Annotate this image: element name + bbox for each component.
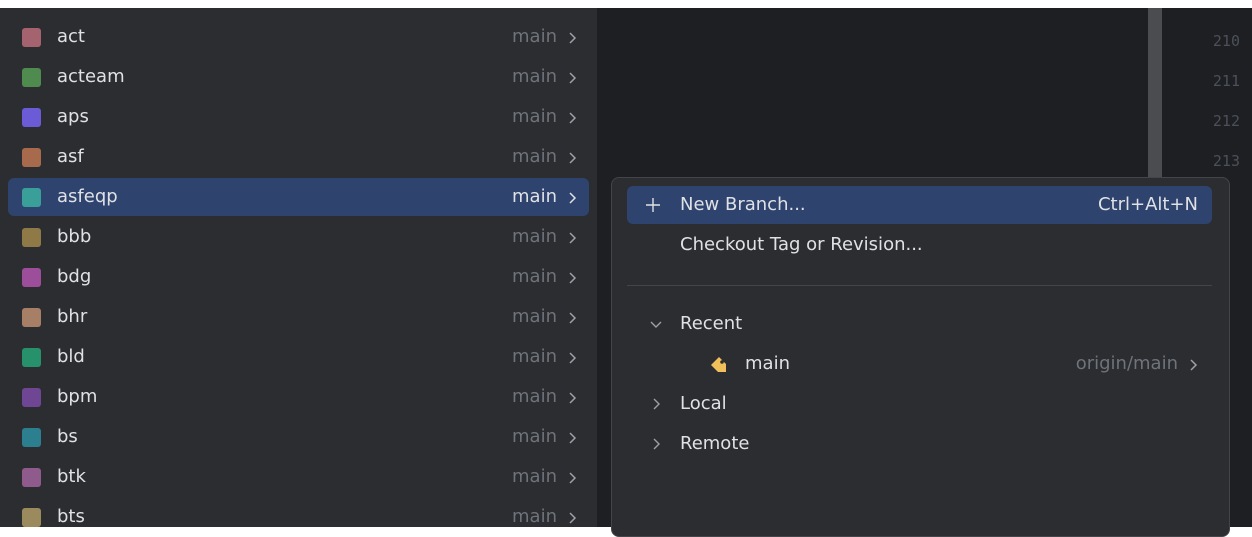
chevron-right-icon <box>569 312 577 324</box>
repo-color-swatch <box>22 468 41 487</box>
repo-current-branch: main <box>512 266 557 287</box>
line-number: 213 <box>1212 152 1240 170</box>
repo-color-swatch <box>22 68 41 87</box>
line-number: 211 <box>1212 72 1240 90</box>
remote-section-label: Remote <box>680 433 750 454</box>
repo-current-branch: main <box>512 306 557 327</box>
new-branch-shortcut: Ctrl+Alt+N <box>1097 194 1198 215</box>
repo-color-swatch <box>22 228 41 247</box>
repository-row[interactable]: bld main <box>8 338 589 376</box>
repo-color-swatch <box>22 268 41 287</box>
repo-name: bbb <box>57 226 92 247</box>
repository-row[interactable]: btk main <box>8 458 589 496</box>
chevron-right-icon <box>569 72 577 84</box>
repo-color-swatch <box>22 308 41 327</box>
repository-list-panel: act main acteam main aps main asf main asfeqp mai… <box>0 8 597 527</box>
repo-current-branch: main <box>512 26 557 47</box>
repo-current-branch: main <box>512 66 557 87</box>
local-section-label: Local <box>680 393 727 414</box>
repo-color-swatch <box>22 108 41 127</box>
repo-current-branch: main <box>512 106 557 127</box>
local-section-header[interactable]: Local <box>627 385 1212 423</box>
repo-name: btk <box>57 466 86 487</box>
checkout-tag-label: Checkout Tag or Revision... <box>680 234 923 255</box>
menu-separator <box>627 285 1212 286</box>
recent-section-label: Recent <box>680 313 743 334</box>
repo-current-branch: main <box>512 226 557 247</box>
repo-name: bts <box>57 506 85 527</box>
chevron-right-icon <box>1190 359 1198 371</box>
chevron-right-icon <box>569 272 577 284</box>
chevron-right-icon <box>569 432 577 444</box>
remote-section-header[interactable]: Remote <box>627 425 1212 463</box>
checkout-tag-menu-item[interactable]: Checkout Tag or Revision... <box>627 226 1212 264</box>
repo-current-branch: main <box>512 506 557 527</box>
repository-row[interactable]: asfeqp main <box>8 178 589 216</box>
repo-current-branch: main <box>512 386 557 407</box>
chevron-right-icon <box>569 152 577 164</box>
repository-row[interactable]: bts main <box>8 498 589 527</box>
repo-color-swatch <box>22 188 41 207</box>
repo-name: bpm <box>57 386 98 407</box>
chevron-right-icon <box>569 472 577 484</box>
repository-row[interactable]: bs main <box>8 418 589 456</box>
repo-color-swatch <box>22 28 41 47</box>
chevron-right-icon <box>653 438 660 450</box>
chevron-right-icon <box>569 192 577 204</box>
branch-popup: New Branch... Ctrl+Alt+N Checkout Tag or… <box>611 177 1230 537</box>
repo-color-swatch <box>22 348 41 367</box>
repo-current-branch: main <box>512 186 557 207</box>
plus-icon <box>646 198 660 212</box>
repository-row[interactable]: asf main <box>8 138 589 176</box>
new-branch-label: New Branch... <box>680 194 806 215</box>
repo-current-branch: main <box>512 146 557 167</box>
new-branch-menu-item[interactable]: New Branch... Ctrl+Alt+N <box>627 186 1212 224</box>
recent-section-header[interactable]: Recent <box>627 305 1212 343</box>
repo-color-swatch <box>22 388 41 407</box>
repo-name: bdg <box>57 266 92 287</box>
repository-row[interactable]: acteam main <box>8 58 589 96</box>
line-number: 212 <box>1212 112 1240 130</box>
chevron-right-icon <box>569 32 577 44</box>
repo-name: bhr <box>57 306 88 327</box>
repository-row[interactable]: aps main <box>8 98 589 136</box>
recent-branch-main[interactable]: main origin/main <box>627 345 1212 383</box>
repository-row[interactable]: bdg main <box>8 258 589 296</box>
chevron-right-icon <box>569 512 577 524</box>
repository-row[interactable]: bpm main <box>8 378 589 416</box>
tracking-branch: origin/main <box>1075 353 1178 374</box>
branch-name: main <box>745 353 790 374</box>
chevron-right-icon <box>569 392 577 404</box>
line-number: 210 <box>1212 32 1240 50</box>
repo-name: act <box>57 26 85 47</box>
tag-icon <box>711 357 726 372</box>
repo-current-branch: main <box>512 426 557 447</box>
chevron-down-icon <box>650 321 662 328</box>
repo-name: acteam <box>57 66 125 87</box>
repo-color-swatch <box>22 428 41 447</box>
repo-current-branch: main <box>512 346 557 367</box>
repo-name: bs <box>57 426 78 447</box>
repository-row[interactable]: bbb main <box>8 218 589 256</box>
repository-row[interactable]: act main <box>8 18 589 56</box>
repo-name: asfeqp <box>57 186 118 207</box>
repository-row[interactable]: bhr main <box>8 298 589 336</box>
chevron-right-icon <box>569 112 577 124</box>
chevron-right-icon <box>569 232 577 244</box>
repo-name: asf <box>57 146 84 167</box>
repo-name: aps <box>57 106 89 127</box>
repo-color-swatch <box>22 508 41 527</box>
repo-name: bld <box>57 346 85 367</box>
chevron-right-icon <box>569 352 577 364</box>
repo-color-swatch <box>22 148 41 167</box>
chevron-right-icon <box>653 398 660 410</box>
repo-current-branch: main <box>512 466 557 487</box>
